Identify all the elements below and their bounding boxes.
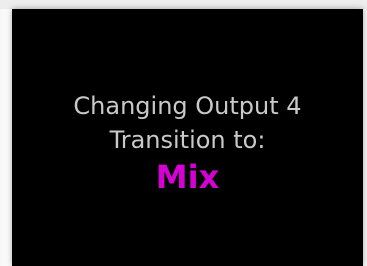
screen: Changing Output 4 Transition to: Mix xyxy=(0,0,367,266)
top-bar xyxy=(0,0,367,9)
transition-label: Transition to: xyxy=(109,126,266,154)
transition-value: Mix xyxy=(155,158,220,196)
status-message: Changing Output 4 Transition to: Mix xyxy=(12,89,363,197)
output-change-text: Changing Output 4 xyxy=(73,92,302,120)
transition-dialog: Changing Output 4 Transition to: Mix xyxy=(12,9,363,266)
